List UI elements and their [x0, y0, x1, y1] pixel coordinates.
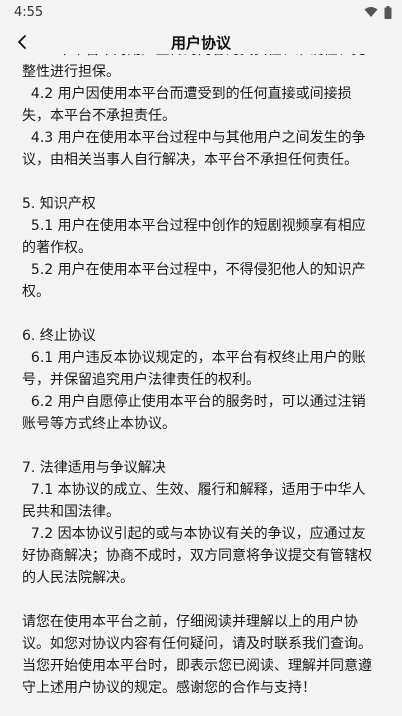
text-line: 6.2 用户自愿停止使用本平台的服务时，可以通过注销 — [22, 394, 366, 410]
text-line: 失，本平台不承担责任。 — [22, 108, 176, 124]
battery-icon — [384, 5, 392, 19]
text-line: 6. 终止协议 — [22, 328, 96, 344]
text-line: 7. 法律适用与争议解决 — [22, 460, 166, 476]
status-time: 4:55 — [14, 4, 44, 20]
text-line: 5. 知识产权 — [22, 196, 96, 212]
text-line: 5.1 用户在使用本平台过程中创作的短剧视频享有相应 — [22, 218, 366, 234]
text-line: 议，由相关当事人自行解决，本平台不承担任何责任。 — [22, 152, 358, 168]
navigation-bar: 用户协议 — [0, 24, 402, 60]
wifi-icon — [364, 7, 378, 17]
text-line: 号，并保留追究用户法律责任的权利。 — [22, 372, 260, 388]
text-line: 4.3 用户在使用本平台过程中与其他用户之间发生的争 — [22, 130, 366, 146]
text-line: 7.1 本协议的成立、生效、履行和解释，适用于中华人 — [22, 482, 366, 498]
text-line: 议。如您对协议内容有任何疑问，请及时联系我们查询。 — [22, 636, 372, 652]
text-line: 账号等方式终止本协议。 — [22, 416, 176, 432]
text-line: 4.2 用户因使用本平台而遭受到的任何直接或间接损 — [22, 86, 352, 102]
text-line: 的著作权。 — [22, 240, 92, 256]
text-line: 当您开始使用本平台时，即表示您已阅读、理解并同意遵 — [22, 658, 372, 674]
text-line: 7.2 因本协议引起的或与本协议有关的争议，应通过友 — [22, 526, 366, 542]
text-line: 民共和国法律。 — [22, 504, 120, 520]
text-line: 5.2 用户在使用本平台过程中，不得侵犯他人的知识产 — [22, 262, 366, 278]
text-line: 守上述用户协议的规定。感谢您的合作与支持！ — [22, 680, 316, 696]
page-title: 用户协议 — [170, 33, 231, 52]
text-line: 好协商解决；协商不成时，双方同意将争议提交有管辖权 — [22, 548, 372, 564]
agreement-content[interactable]: 4.1 本平台不对用户上传的内容的真实性、准确性、完整性进行担保。 4.2 用户… — [0, 44, 402, 716]
text-line: 权。 — [22, 284, 50, 300]
status-bar: 4:55 — [0, 0, 402, 24]
text-line: 6.1 用户违反本协议规定的，本平台有权终止用户的账 — [22, 350, 366, 366]
text-line: 的人民法院解决。 — [22, 570, 134, 586]
text-line: 请您在使用本平台之前，仔细阅读并理解以上的用户协 — [22, 614, 358, 630]
agreement-text: 4.1 本平台不对用户上传的内容的真实性、准确性、完整性进行担保。 4.2 用户… — [0, 44, 402, 716]
chevron-left-icon — [18, 35, 26, 49]
status-icons — [364, 5, 392, 19]
text-line: 整性进行担保。 — [22, 64, 120, 80]
back-button[interactable] — [10, 30, 34, 54]
